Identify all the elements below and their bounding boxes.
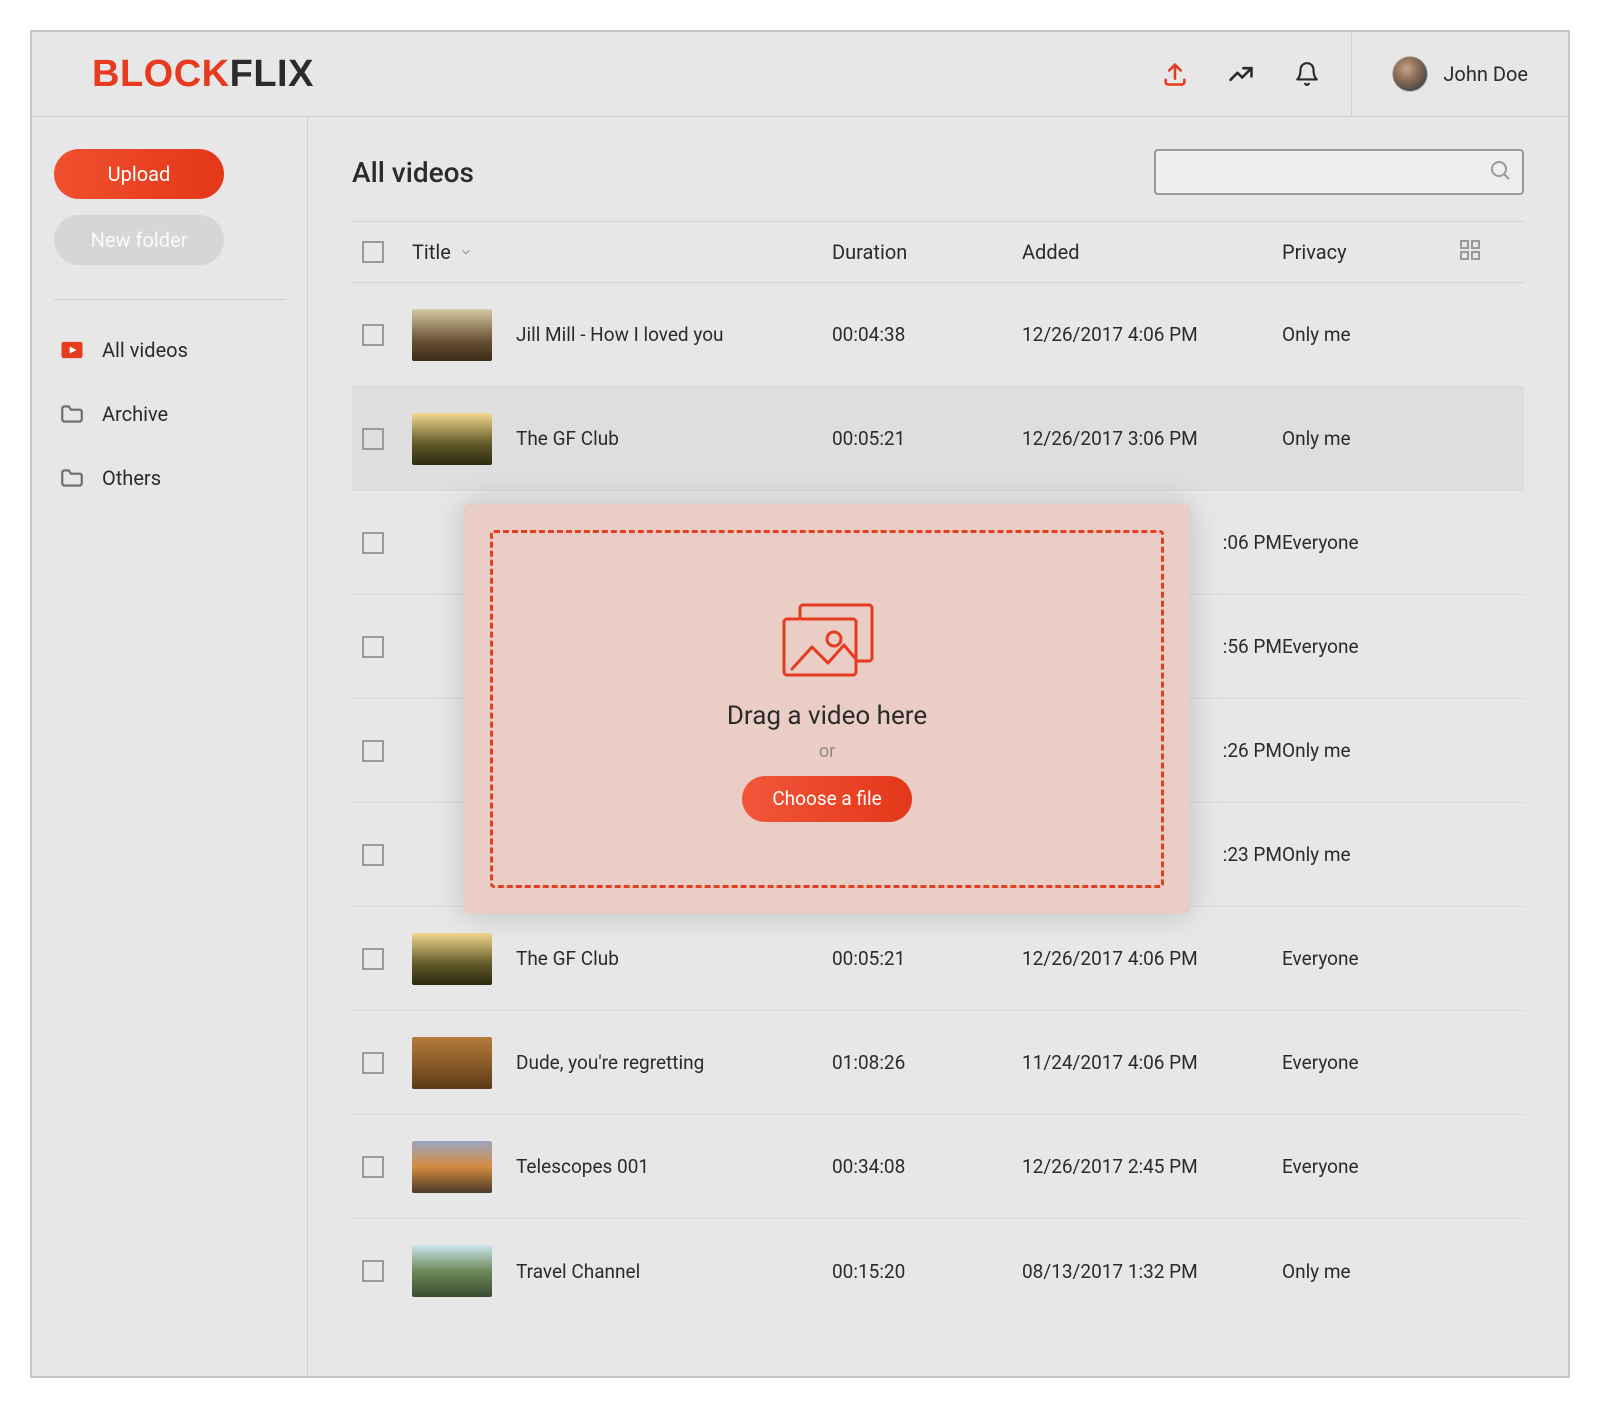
video-added: 12/26/2017 3:06 PM <box>1022 427 1282 450</box>
video-privacy: Everyone <box>1282 531 1432 554</box>
select-all-checkbox[interactable] <box>362 241 384 263</box>
sidebar-item-label: Archive <box>102 402 168 426</box>
chevron-down-icon <box>459 245 473 259</box>
table-row[interactable]: Travel Channel 00:15:2008/13/2017 1:32 PM… <box>352 1219 1524 1323</box>
username: John Doe <box>1443 62 1528 86</box>
video-privacy: Only me <box>1282 323 1432 346</box>
video-privacy: Only me <box>1282 739 1432 762</box>
search-input[interactable] <box>1156 162 1488 183</box>
table-row[interactable]: The GF Club 00:05:2112/26/2017 4:06 PMEve… <box>352 907 1524 1011</box>
folder-icon <box>58 400 86 428</box>
choose-file-button[interactable]: Choose a file <box>742 776 911 822</box>
row-checkbox[interactable] <box>362 740 384 762</box>
video-added: 12/26/2017 4:06 PM <box>1022 947 1282 970</box>
sidebar-item-label: All videos <box>102 338 188 362</box>
video-added: 08/13/2017 1:32 PM <box>1022 1260 1282 1283</box>
sidebar-item-archive[interactable]: Archive <box>54 390 285 438</box>
video-thumbnail[interactable] <box>412 413 492 465</box>
video-privacy: Everyone <box>1282 1051 1432 1074</box>
table-row[interactable]: Jill Mill - How I loved you 00:04:3812/26… <box>352 283 1524 387</box>
sidebar-separator <box>54 299 285 300</box>
video-title: The GF Club <box>516 427 619 450</box>
row-checkbox[interactable] <box>362 844 384 866</box>
video-privacy: Everyone <box>1282 635 1432 658</box>
logo[interactable]: BLOCKFLIX <box>92 53 314 96</box>
video-privacy: Everyone <box>1282 1155 1432 1178</box>
video-duration: 01:08:26 <box>832 1051 1022 1074</box>
bell-icon[interactable] <box>1293 60 1321 88</box>
search-field[interactable] <box>1154 149 1524 195</box>
video-duration: 00:04:38 <box>832 323 1022 346</box>
row-checkbox[interactable] <box>362 636 384 658</box>
upload-modal: Drag a video here or Choose a file <box>464 504 1190 914</box>
video-title: Jill Mill - How I loved you <box>516 323 724 346</box>
col-title[interactable]: Title <box>412 240 832 264</box>
search-icon <box>1488 158 1512 186</box>
sidebar: Upload New folder All videos Archive <box>32 117 308 1376</box>
row-checkbox[interactable] <box>362 948 384 970</box>
video-duration: 00:34:08 <box>832 1155 1022 1178</box>
video-title: Telescopes 001 <box>516 1155 649 1178</box>
table-row[interactable]: The GF Club 00:05:2112/26/2017 3:06 PMOnl… <box>352 387 1524 491</box>
video-duration: 00:15:20 <box>832 1260 1022 1283</box>
user-menu[interactable]: John Doe <box>1352 56 1528 92</box>
video-privacy: Only me <box>1282 843 1432 866</box>
video-title: The GF Club <box>516 947 619 970</box>
video-title: Dude, you're regretting <box>516 1051 704 1074</box>
video-thumbnail[interactable] <box>412 933 492 985</box>
avatar <box>1392 56 1428 92</box>
new-folder-button[interactable]: New folder <box>54 215 224 265</box>
col-added[interactable]: Added <box>1022 240 1282 264</box>
upload-icon[interactable] <box>1161 60 1189 88</box>
folder-icon <box>58 464 86 492</box>
row-checkbox[interactable] <box>362 1156 384 1178</box>
video-added: 12/26/2017 4:06 PM <box>1022 323 1282 346</box>
video-thumbnail[interactable] <box>412 1141 492 1193</box>
row-checkbox[interactable] <box>362 1260 384 1282</box>
video-added: 12/26/2017 2:45 PM <box>1022 1155 1282 1178</box>
video-title: Travel Channel <box>516 1260 640 1283</box>
media-icon <box>772 597 882 691</box>
row-checkbox[interactable] <box>362 532 384 554</box>
drop-title: Drag a video here <box>727 701 927 731</box>
sidebar-item-all-videos[interactable]: All videos <box>54 326 285 374</box>
col-duration[interactable]: Duration <box>832 240 1022 264</box>
drop-zone[interactable]: Drag a video here or Choose a file <box>490 530 1164 888</box>
table-header: Title Duration Added Privacy <box>352 221 1524 283</box>
upload-button[interactable]: Upload <box>54 149 224 199</box>
video-privacy: Only me <box>1282 427 1432 450</box>
row-checkbox[interactable] <box>362 324 384 346</box>
video-thumbnail[interactable] <box>412 309 492 361</box>
sidebar-item-others[interactable]: Others <box>54 454 285 502</box>
video-privacy: Only me <box>1282 1260 1432 1283</box>
video-thumbnail[interactable] <box>412 1245 492 1297</box>
video-added: 11/24/2017 4:06 PM <box>1022 1051 1282 1074</box>
video-duration: 00:05:21 <box>832 947 1022 970</box>
row-checkbox[interactable] <box>362 428 384 450</box>
logo-part1: BLOCK <box>92 53 230 95</box>
analytics-icon[interactable] <box>1227 60 1255 88</box>
video-duration: 00:05:21 <box>832 427 1022 450</box>
table-row[interactable]: Dude, you're regretting 01:08:2611/24/201… <box>352 1011 1524 1115</box>
logo-part2: FLIX <box>230 53 314 95</box>
sidebar-item-label: Others <box>102 466 161 490</box>
col-privacy[interactable]: Privacy <box>1282 240 1432 264</box>
row-checkbox[interactable] <box>362 1052 384 1074</box>
table-row[interactable]: Telescopes 001 00:34:0812/26/2017 2:45 PM… <box>352 1115 1524 1219</box>
video-privacy: Everyone <box>1282 947 1432 970</box>
video-thumbnail[interactable] <box>412 1037 492 1089</box>
topbar: BLOCKFLIX John Doe <box>32 32 1568 117</box>
grid-view-icon[interactable] <box>1458 238 1482 267</box>
drop-or: or <box>819 741 835 762</box>
page-title: All videos <box>352 156 474 189</box>
video-icon <box>58 336 86 364</box>
